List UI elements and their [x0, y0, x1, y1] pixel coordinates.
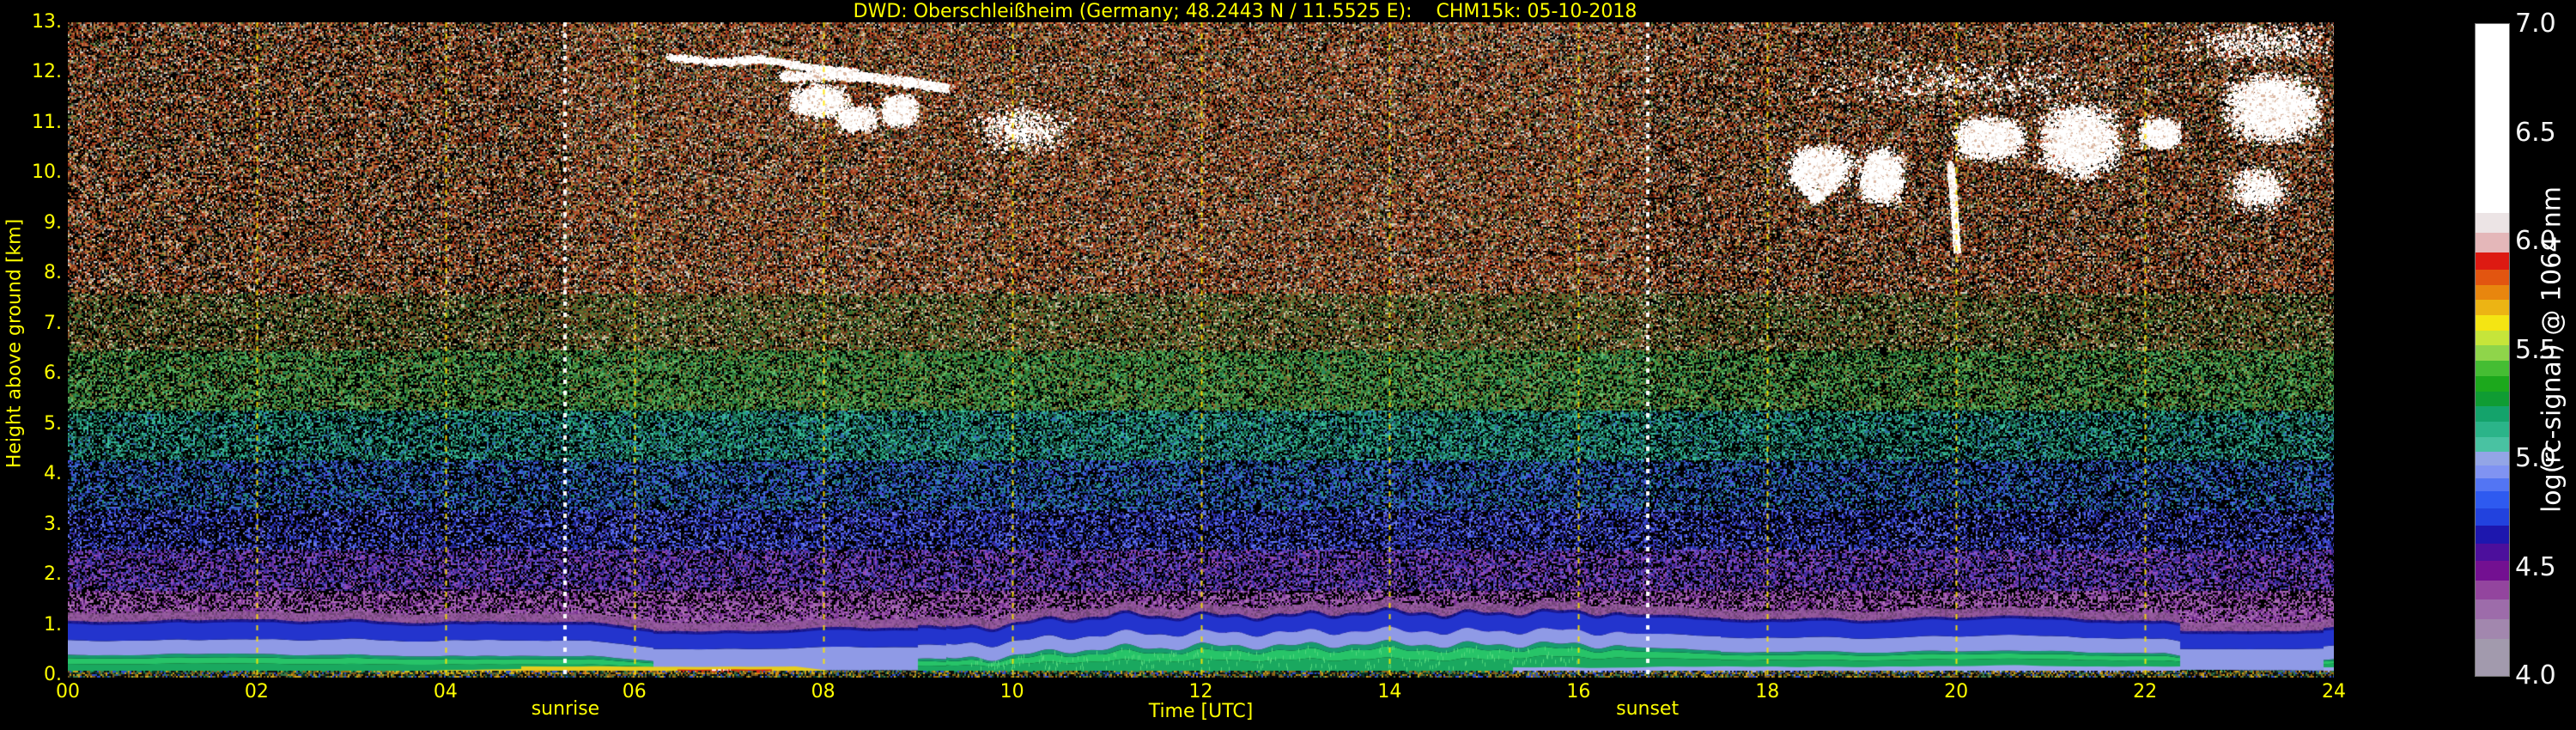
y-tick-label: 5.: [0, 413, 62, 435]
y-tick-label: 13.: [0, 11, 62, 33]
y-tick-label: 4.: [0, 463, 62, 485]
y-tick-label: 1.: [0, 614, 62, 636]
x-tick-label: 06: [623, 681, 647, 703]
x-axis-label: Time [UTC]: [1149, 701, 1254, 722]
sunrise-annotation: sunrise: [532, 698, 600, 720]
colorbar-segment: [2476, 619, 2509, 639]
x-tick-label: 14: [1377, 681, 1401, 703]
colorbar-segment: [2476, 422, 2509, 437]
y-tick-label: 2.: [0, 563, 62, 586]
lidar-heatmap-canvas: [68, 22, 2334, 678]
x-tick-label: 16: [1566, 681, 1590, 703]
colorbar-segment: [2476, 252, 2509, 270]
x-tick-label: 02: [245, 681, 269, 703]
y-tick-label: 7.: [0, 313, 62, 335]
x-tick-label: 00: [56, 681, 80, 703]
colorbar-segment: [2476, 330, 2509, 345]
colorbar-segment: [2476, 478, 2509, 491]
colorbar-segment: [2476, 465, 2509, 478]
colorbar-segment: [2476, 361, 2509, 376]
colorbar-segment: [2476, 315, 2509, 331]
colorbar-tick-label: 4.5: [2515, 555, 2556, 581]
y-tick-label: 11.: [0, 112, 62, 134]
lidar-quicklook-figure: DWD: Oberschleißheim (Germany; 48.2443 N…: [0, 0, 2576, 730]
x-tick-label: 18: [1755, 681, 1779, 703]
colorbar-tick-label: 7.0: [2515, 11, 2556, 37]
colorbar-segment: [2476, 599, 2509, 619]
colorbar-segment: [2476, 543, 2509, 561]
colorbar-segment: [2476, 526, 2509, 544]
colorbar-segment: [2476, 233, 2509, 252]
x-tick-label: 12: [1189, 681, 1213, 703]
colorbar: [2476, 24, 2509, 676]
colorbar-segment: [2476, 300, 2509, 315]
colorbar-segment: [2476, 639, 2509, 676]
colorbar-segment: [2476, 561, 2509, 581]
x-tick-label: 08: [811, 681, 835, 703]
x-tick-label: 04: [434, 681, 458, 703]
colorbar-segment: [2476, 391, 2509, 406]
colorbar-segment: [2476, 213, 2509, 233]
x-tick-label: 22: [2133, 681, 2157, 703]
y-tick-label: 0.: [0, 664, 62, 686]
colorbar-segment: [2476, 270, 2509, 285]
colorbar-segment: [2476, 491, 2509, 509]
y-tick-label: 6.: [0, 362, 62, 385]
sunset-annotation: sunset: [1616, 698, 1679, 720]
colorbar-segment: [2476, 345, 2509, 361]
colorbar-segment: [2476, 376, 2509, 392]
colorbar-segment: [2476, 284, 2509, 300]
y-tick-label: 12.: [0, 61, 62, 83]
x-tick-label: 10: [1000, 681, 1024, 703]
colorbar-tick-label: 4.0: [2515, 663, 2556, 689]
x-tick-label: 20: [1944, 681, 1968, 703]
y-tick-label: 3.: [0, 514, 62, 536]
colorbar-tick-label: 6.5: [2515, 120, 2556, 146]
x-tick-label: 24: [2322, 681, 2346, 703]
colorbar-segment: [2476, 436, 2509, 452]
colorbar-segment: [2476, 508, 2509, 526]
colorbar-segment: [2476, 24, 2509, 213]
y-tick-label: 10.: [0, 161, 62, 184]
colorbar-segment: [2476, 452, 2509, 465]
page-title: DWD: Oberschleißheim (Germany; 48.2443 N…: [854, 1, 1637, 22]
colorbar-segment: [2476, 406, 2509, 422]
y-tick-label: 9.: [0, 212, 62, 234]
y-tick-label: 8.: [0, 262, 62, 284]
colorbar-label: log(rc-signal) @ 1064 nm: [2537, 186, 2567, 513]
colorbar-segment: [2476, 580, 2509, 599]
